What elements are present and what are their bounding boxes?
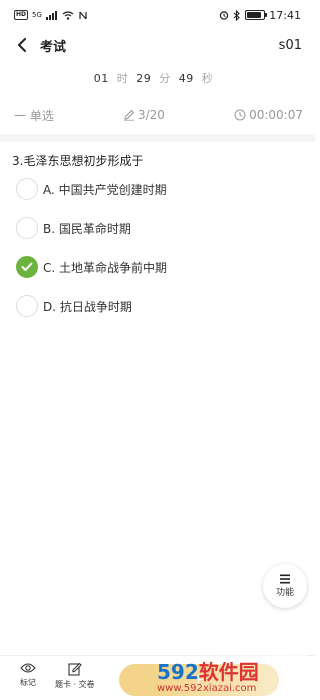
- bluetooth-icon: [233, 9, 241, 21]
- radio-icon[interactable]: [16, 217, 38, 239]
- network-type: 5G: [32, 11, 42, 19]
- mark-label: 标记: [20, 678, 36, 687]
- question-type: 一 单选: [14, 108, 54, 123]
- wifi-icon: [62, 10, 74, 20]
- user-id: s01: [278, 37, 302, 53]
- edit-note-icon: [68, 662, 82, 676]
- question-text: 3.毛泽东思想初步形成于: [12, 154, 144, 168]
- option-b[interactable]: B. 国民革命时期: [16, 215, 303, 241]
- elapsed-text: 00:00:07: [249, 108, 303, 122]
- radio-icon[interactable]: [16, 178, 38, 200]
- answer-card-button[interactable]: 题卡 · 交卷: [55, 662, 95, 690]
- nfc-icon: [79, 11, 87, 19]
- countdown-timer: 01 时 29 分 49 秒: [0, 70, 315, 86]
- function-button[interactable]: 功能: [263, 564, 307, 608]
- watermark-url: www.592xiazai.com: [157, 682, 257, 694]
- timer-hours: 01: [93, 72, 109, 85]
- back-icon[interactable]: [14, 37, 30, 53]
- timer-seconds-unit: 秒: [201, 72, 214, 85]
- status-bar: HD 5G 17:41: [0, 0, 315, 30]
- elapsed-time: 00:00:07: [234, 108, 303, 122]
- function-label: 功能: [275, 588, 294, 598]
- section-divider: [0, 134, 315, 142]
- timer-minutes-unit: 分: [159, 72, 171, 85]
- menu-icon: [280, 574, 290, 584]
- question-info-row: 一 单选 3/20 00:00:07: [0, 105, 315, 125]
- pencil-icon: [123, 109, 135, 121]
- option-c[interactable]: C. 土地革命战争前中期: [16, 254, 303, 280]
- mark-button[interactable]: 标记: [20, 662, 36, 688]
- radio-icon[interactable]: [16, 295, 38, 317]
- timer-hours-unit: 时: [116, 72, 129, 85]
- status-right: 17:41: [219, 9, 301, 22]
- options-list: A. 中国共产党创建时期 B. 国民革命时期 C. 土地革命战争前中期 D. 抗…: [16, 176, 303, 332]
- answer-card-label: 题卡 · 交卷: [55, 680, 95, 689]
- option-label: B. 国民革命时期: [43, 221, 131, 236]
- eye-icon: [20, 663, 36, 673]
- timer-seconds: 49: [178, 72, 194, 85]
- alarm-icon: [220, 11, 229, 20]
- page-title: 考试: [40, 39, 67, 55]
- option-d[interactable]: D. 抗日战争时期: [16, 293, 303, 319]
- option-label: A. 中国共产党创建时期: [43, 182, 167, 197]
- battery-level: [247, 12, 261, 18]
- check-icon[interactable]: [16, 256, 38, 278]
- watermark: 592软件园 www.592xiazai.com: [153, 655, 307, 700]
- status-left: HD 5G: [14, 10, 88, 20]
- question-progress: 3/20: [123, 108, 165, 122]
- watermark-logo: 592软件园: [157, 659, 259, 684]
- timer-minutes: 29: [136, 72, 152, 85]
- signal-icon: [45, 10, 57, 20]
- progress-text: 3/20: [137, 108, 165, 122]
- clock: 17:41: [269, 8, 301, 22]
- app-header: 考试 s01: [0, 30, 315, 60]
- option-label: C. 土地革命战争前中期: [43, 260, 168, 275]
- clock-icon: [234, 109, 246, 121]
- battery-icon: [245, 10, 268, 20]
- hd-indicator: HD: [14, 10, 29, 20]
- option-a[interactable]: A. 中国共产党创建时期: [16, 176, 303, 202]
- option-label: D. 抗日战争时期: [43, 299, 132, 314]
